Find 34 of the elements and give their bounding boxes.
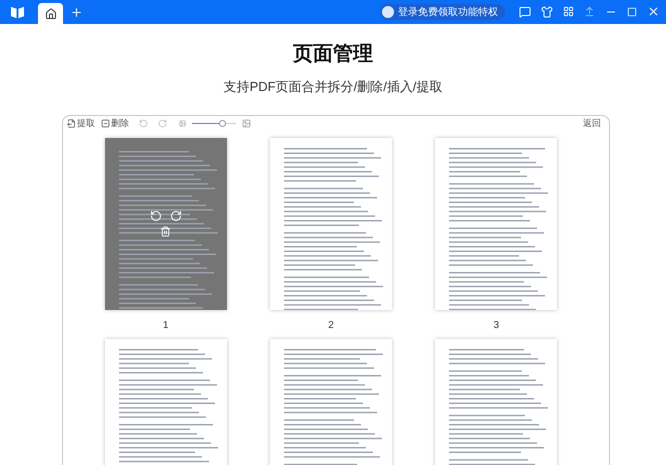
- back-button[interactable]: 返回: [583, 116, 601, 130]
- avatar-icon: [382, 6, 394, 18]
- shirt-icon[interactable]: [541, 6, 553, 18]
- page-thumbnail[interactable]: [435, 338, 558, 465]
- home-icon: [44, 8, 56, 20]
- book-logo-icon: [10, 6, 25, 19]
- extract-icon: [67, 119, 76, 128]
- page-number: 1: [162, 318, 168, 332]
- login-button[interactable]: 登录免费领取功能特权: [380, 4, 505, 20]
- message-icon[interactable]: [519, 6, 531, 18]
- page-thumbnail[interactable]: [104, 338, 227, 465]
- upload-icon[interactable]: [584, 6, 595, 17]
- delete-page-icon: [101, 119, 110, 128]
- add-tab-icon[interactable]: [70, 6, 83, 19]
- page-thumbnail[interactable]: [270, 138, 392, 310]
- extract-button[interactable]: 提取: [67, 116, 95, 130]
- page-heading: 页面管理: [293, 42, 373, 67]
- page-number: 2: [328, 318, 334, 332]
- close-icon[interactable]: [647, 5, 660, 18]
- rotate-left-icon[interactable]: [139, 119, 148, 128]
- zoom-in-icon[interactable]: [242, 119, 251, 128]
- page-thumbnail[interactable]: [104, 138, 227, 310]
- page-thumbnail[interactable]: [435, 138, 558, 310]
- rotate-right-icon[interactable]: [158, 119, 167, 128]
- zoom-out-icon[interactable]: [179, 120, 186, 127]
- delete-icon[interactable]: [160, 226, 172, 237]
- page-thumbnail[interactable]: [270, 338, 392, 465]
- home-tab[interactable]: [38, 3, 63, 24]
- page-subheading: 支持PDF页面合并拆分/删除/插入/提取: [224, 78, 442, 96]
- maximize-icon[interactable]: [627, 6, 637, 16]
- zoom-slider[interactable]: [192, 120, 236, 127]
- delete-button[interactable]: 删除: [101, 116, 129, 130]
- grid-icon[interactable]: [563, 6, 574, 17]
- page-number: 3: [494, 318, 500, 332]
